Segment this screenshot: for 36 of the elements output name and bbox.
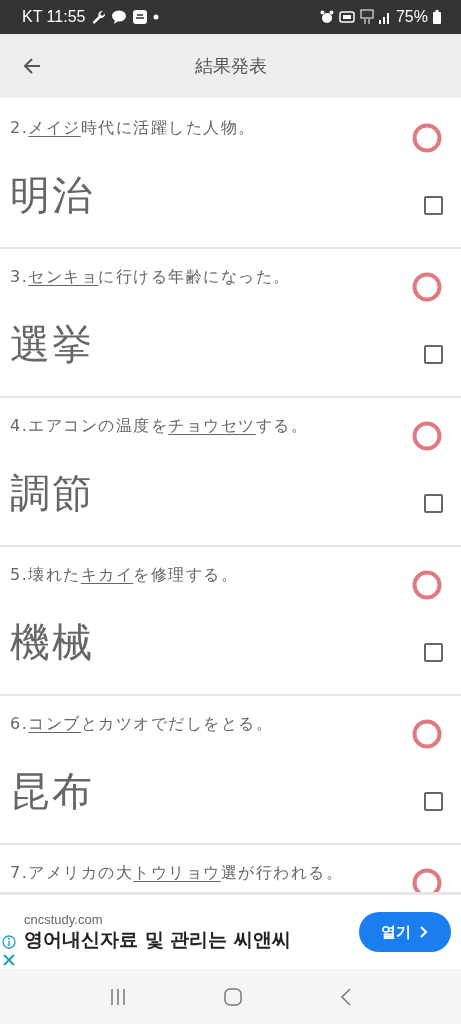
answer-text: 選挙 [10,320,94,369]
checkbox[interactable] [424,345,443,364]
ad-domain: cncstudy.com [24,911,104,927]
checkbox[interactable] [424,792,443,811]
answer-text: 機械 [10,618,94,667]
status-time: KT 11:55 [22,8,86,26]
question-text: 2.メイジ 時代に活躍した人物。 [10,118,256,139]
answer-text: 調節 [10,469,94,518]
app-notification-icon [132,9,149,25]
checkbox[interactable] [424,196,443,215]
wrench-icon [90,9,107,25]
hd-icon [338,11,355,23]
ad-headline: 영어내신자료 및 관리는 씨앤씨 [24,927,292,952]
question-text: 4.エアコンの温度をチョウセツする。 [10,416,309,437]
chevron-right-icon [419,926,429,938]
checkbox[interactable] [424,494,443,513]
close-icon[interactable] [3,953,15,966]
signal-icon [378,10,391,24]
answer-text: 昆布 [10,767,94,816]
battery-percentage: 75% [395,8,428,26]
battery-icon [433,10,441,24]
back-arrow-icon [22,56,42,76]
back-icon[interactable] [339,986,354,1007]
question-text: 7.アメリカの大 トウリョウ選が行われる。 [10,863,344,884]
open-button[interactable]: 열기 [359,912,451,952]
home-icon[interactable] [223,986,244,1007]
info-icon [2,934,16,949]
screen-title: 結果発表 [193,54,268,78]
chat-bubble-icon [111,9,128,25]
back-button[interactable] [22,56,42,76]
question-text: 6.コンブ とカツオでだしをとる。 [10,714,274,735]
dot-icon [153,14,160,20]
checkbox[interactable] [424,643,443,662]
question-text: 3.センキョ に行ける年齢になった。 [10,267,291,288]
answer-text: 明治 [10,171,94,220]
question-text: 5.壊れた キカイ を修理する。 [10,565,239,586]
